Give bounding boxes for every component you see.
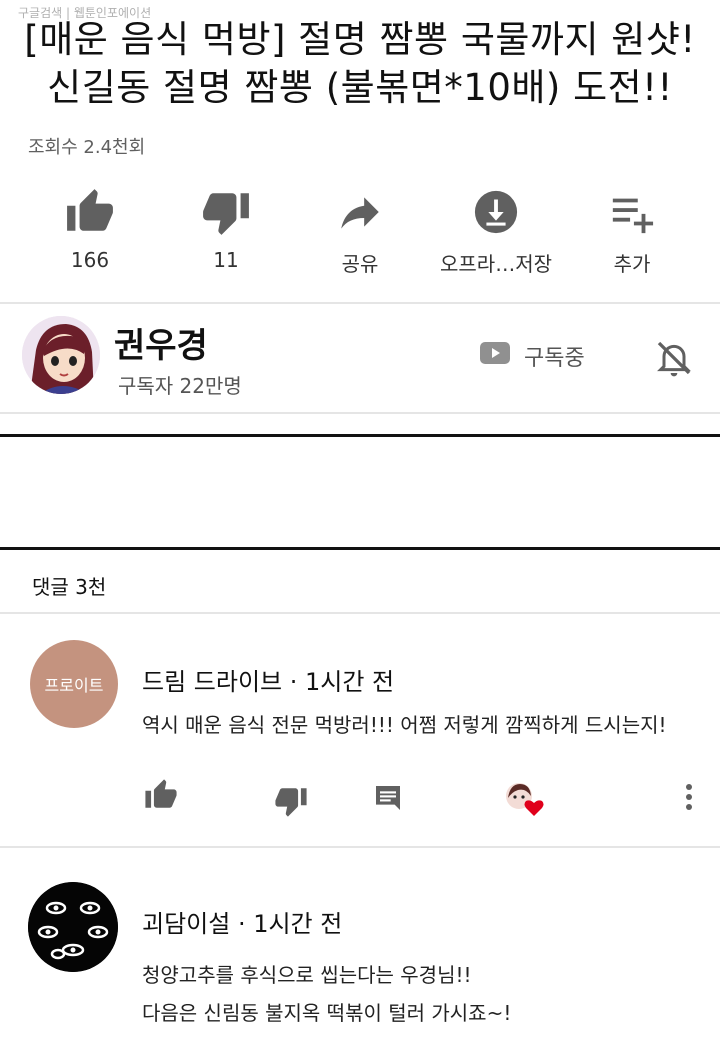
- comment-text-line-1: 역시 매운 음식 전문 먹방러!!! 어쩜 저렇게 깜찍하게 드시는지!: [142, 713, 667, 737]
- dislike-button[interactable]: 11: [166, 184, 286, 272]
- like-count: 166: [70, 248, 110, 272]
- view-count: 조회수 2.4천회: [28, 137, 146, 158]
- comment-avatar[interactable]: 프로이트: [30, 640, 118, 728]
- divider: [0, 612, 720, 614]
- thumb-down-icon: [166, 184, 286, 240]
- like-button[interactable]: 166: [30, 184, 150, 272]
- thumb-up-icon: [30, 184, 150, 240]
- more-vertical-icon: [678, 784, 700, 816]
- avatar-initials: 프로이트: [44, 676, 104, 695]
- dislike-count: 11: [213, 248, 239, 272]
- creator-heart-badge: [504, 780, 546, 822]
- thumb-down-icon: [274, 788, 308, 822]
- comment-like-button[interactable]: [144, 778, 178, 816]
- subscribed-button[interactable]: 구독중: [480, 340, 585, 372]
- offline-save-button[interactable]: 오프라…저장: [436, 184, 556, 277]
- download-icon: [436, 184, 556, 240]
- comment-text: 역시 매운 음식 전문 먹방러!!! 어쩜 저렇게 깜찍하게 드시는지!: [142, 706, 712, 744]
- heart-icon: [524, 800, 544, 816]
- share-label: 공유: [341, 252, 379, 276]
- video-title-line-2: 신길동 절명 짬뽕 (불볶면*10배) 도전!!: [47, 66, 673, 109]
- comment-reply-button[interactable]: [372, 782, 404, 818]
- add-label: 추가: [613, 252, 651, 276]
- channel-name[interactable]: 권우경: [114, 318, 208, 367]
- comment-text: 청양고추를 후식으로 씹는다는 우경님!! 다음은 신림동 불지옥 떡볶이 털러…: [142, 956, 712, 1032]
- section-border-top: [0, 434, 720, 437]
- comment-more-options-button[interactable]: [678, 782, 700, 816]
- divider: [0, 412, 720, 414]
- comment-dislike-button[interactable]: [274, 784, 308, 822]
- subscriber-count: 구독자 22만명: [118, 374, 242, 398]
- thumb-up-icon: [144, 779, 178, 816]
- notifications-off-bell-icon[interactable]: [654, 338, 694, 382]
- video-title-line-1: [매운 음식 먹방] 절명 짬뽕 국물까지 원샷!: [24, 18, 696, 61]
- divider: [0, 302, 720, 304]
- comment-avatar[interactable]: [28, 882, 118, 972]
- comment-author[interactable]: 괴담이설 · 1시간 전: [142, 904, 342, 939]
- divider: [0, 846, 720, 848]
- youtube-play-icon: [480, 342, 510, 370]
- comment-text-line-2: 다음은 신림동 불지옥 떡볶이 털러 가시죠~!: [142, 1001, 512, 1025]
- subscribed-label: 구독중: [524, 346, 585, 371]
- channel-avatar[interactable]: [22, 316, 100, 394]
- share-button[interactable]: 공유: [300, 184, 420, 277]
- offline-save-label: 오프라…저장: [440, 252, 552, 276]
- section-border-bottom: [0, 547, 720, 550]
- comments-header[interactable]: 댓글 3천: [32, 571, 106, 600]
- share-arrow-icon: [300, 184, 420, 240]
- comment-text-line-1: 청양고추를 후식으로 씹는다는 우경님!!: [142, 963, 472, 987]
- playlist-add-icon: [572, 184, 692, 240]
- comment-author[interactable]: 드림 드라이브 · 1시간 전: [142, 662, 394, 697]
- reply-comment-icon: [372, 786, 404, 818]
- video-title: [매운 음식 먹방] 절명 짬뽕 국물까지 원샷! 신길동 절명 짬뽕 (불볶면…: [0, 16, 720, 112]
- add-to-playlist-button[interactable]: 추가: [572, 184, 692, 277]
